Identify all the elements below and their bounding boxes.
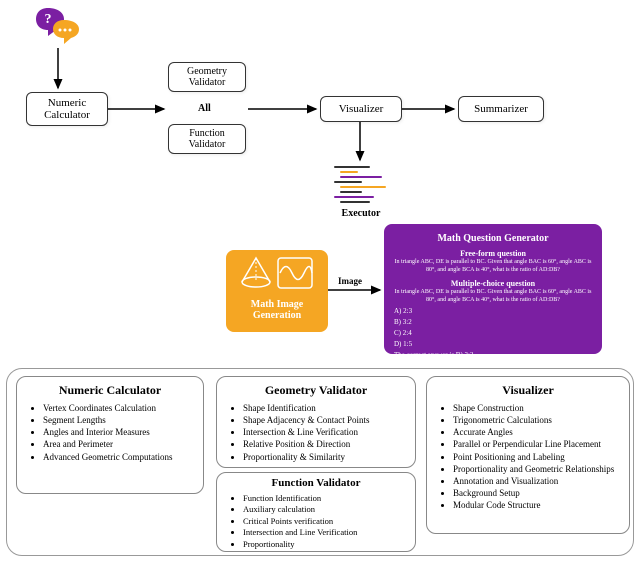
list-item: Area and Perimeter [43,438,193,450]
geometry-validator-label: Geometry Validator [179,66,235,88]
visualizer-card-title: Visualizer [437,383,619,398]
list-item: Accurate Angles [453,426,619,438]
executor-label: Executor [336,208,386,219]
mqg-answer: The correct answer is B) 3:2 [394,351,592,360]
list-item: Modular Code Structure [453,499,619,511]
list-item: Function Identification [243,493,405,504]
numeric-calculator-label: Numeric Calculator [37,97,97,121]
function-validator-card-title: Function Validator [227,477,405,489]
mqg-mc-body: In triangle ABC, DE is parallel to BC. G… [394,289,592,305]
list-item: Parallel or Perpendicular Line Placement [453,438,619,450]
list-item: Trigonometric Calculations [453,414,619,426]
list-item: Angles and Interior Measures [43,426,193,438]
list-item: Vertex Coordinates Calculation [43,402,193,414]
list-item: Intersection and Line Verification [243,527,405,538]
numeric-calculator-card-title: Numeric Calculator [27,383,193,398]
list-item: Intersection & Line Verification [243,426,405,438]
mqg-opt-c: C) 2:4 [394,329,592,338]
list-item: Proportionality & Similarity [243,451,405,463]
geometry-validator-node: Geometry Validator [168,62,246,92]
function-validator-label: Function Validator [179,128,235,150]
math-image-generation-title: Math Image Generation [232,299,322,321]
list-item: Critical Points verification [243,516,405,527]
mqg-title: Math Question Generator [394,232,592,245]
math-image-generation-box: Math Image Generation [226,250,328,332]
list-item: Proportionality [243,539,405,550]
list-item: Shape Construction [453,402,619,414]
summarizer-node: Summarizer [458,96,544,122]
mqg-freeform-title: Free-form question [394,249,592,259]
visualizer-label: Visualizer [339,103,384,115]
function-validator-node: Function Validator [168,124,246,154]
mqg-opt-b: B) 3:2 [394,318,592,327]
geometry-validator-card: Geometry Validator Shape Identification … [216,376,416,468]
math-image-icon [238,256,316,295]
mqg-opt-d: D) 1:5 [394,340,592,349]
list-item: Advanced Geometric Computations [43,451,193,463]
visualizer-node: Visualizer [320,96,402,122]
image-arrow-label: Image [338,276,362,286]
mqg-freeform-body: In triangle ABC, DE is parallel to BC. G… [394,259,592,275]
mqg-mc-title: Multiple-choice question [394,279,592,289]
math-question-generator-box: Math Question Generator Free-form questi… [384,224,602,354]
list-item: Annotation and Visualization [453,475,619,487]
visualizer-card: Visualizer Shape Construction Trigonomet… [426,376,630,534]
numeric-calculator-node: Numeric Calculator [26,92,108,126]
list-item: Segment Lengths [43,414,193,426]
chat-icon: ? [34,6,82,53]
list-item: Auxiliary calculation [243,504,405,515]
function-validator-card: Function Validator Function Identificati… [216,472,416,552]
numeric-calculator-card: Numeric Calculator Vertex Coordinates Ca… [16,376,204,494]
list-item: Relative Position & Direction [243,438,405,450]
geometry-validator-card-title: Geometry Validator [227,383,405,398]
summarizer-label: Summarizer [474,103,528,115]
list-item: Point Positioning and Labeling [453,451,619,463]
list-item: Proportionality and Geometric Relationsh… [453,463,619,475]
list-item: Shape Adjacency & Contact Points [243,414,405,426]
list-item: Background Setup [453,487,619,499]
all-label: All [198,103,211,114]
svg-text:?: ? [45,12,52,27]
list-item: Shape Identification [243,402,405,414]
mqg-opt-a: A) 2:3 [394,307,592,316]
